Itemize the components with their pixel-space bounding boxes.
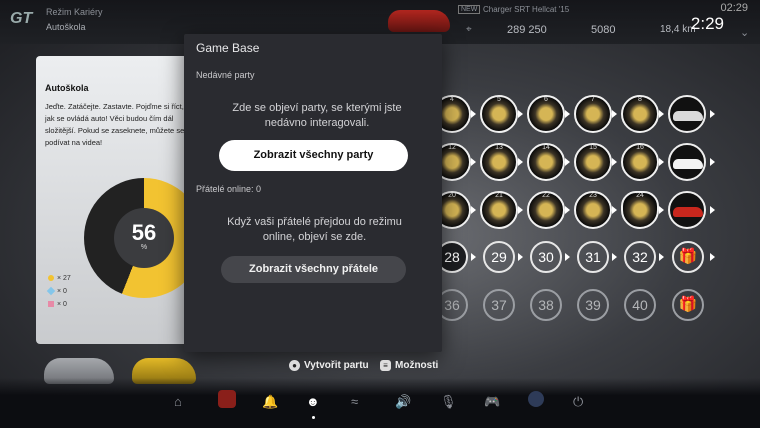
gold-medal-icon <box>48 275 54 282</box>
arrow-icon <box>565 206 570 214</box>
arrow-icon <box>612 253 617 261</box>
car-thumbnail <box>388 10 450 32</box>
arrow-icon <box>659 110 664 118</box>
game-icon[interactable] <box>218 390 236 408</box>
friends-online-heading: Přátelé online: 0 <box>196 184 262 194</box>
circle-button-icon: ● <box>289 360 300 371</box>
remote-play-icon[interactable]: ≈ <box>351 394 358 409</box>
license-number-37[interactable]: 37 <box>483 289 515 321</box>
game-base-panel: Game Base Nedávné party Zde se objeví pa… <box>184 34 442 352</box>
card-description: Jeďte. Zatáčejte. Zastavte. Pojďme si ří… <box>45 102 185 147</box>
license-badge[interactable]: 23 <box>574 191 612 229</box>
arrow-icon <box>565 110 570 118</box>
arrow-icon <box>471 206 476 214</box>
friends-message: Když vaši přátelé přejdou do režimu onli… <box>227 216 402 243</box>
home-icon[interactable]: ⌂ <box>174 394 182 409</box>
arrow-icon <box>518 253 523 261</box>
license-badge[interactable]: 14 <box>527 143 565 181</box>
license-number-31[interactable]: 31 <box>577 241 609 273</box>
license-number-30[interactable]: 30 <box>530 241 562 273</box>
legend-gold: × 27 <box>48 272 71 285</box>
control-center <box>0 378 760 428</box>
bronze-medal-icon <box>48 301 54 308</box>
license-badge[interactable]: 8 <box>621 95 659 133</box>
system-clock: 2:29 <box>690 14 724 33</box>
power-icon[interactable]: ⏻ <box>573 394 583 410</box>
arrow-icon <box>710 206 715 214</box>
arrow-icon <box>471 158 476 166</box>
arrow-icon <box>518 206 523 214</box>
arrow-icon <box>710 158 715 166</box>
license-number-29[interactable]: 29 <box>483 241 515 273</box>
legend-bronze: × 0 <box>48 298 71 311</box>
license-badge[interactable]: 7 <box>574 95 612 133</box>
arrow-icon <box>565 253 570 261</box>
arrow-icon <box>612 158 617 166</box>
location-label: Autoškola <box>46 22 86 32</box>
level-chevron-icon: ⌄ <box>740 27 750 39</box>
reward-car-badge[interactable] <box>668 143 706 181</box>
legend-silver: × 0 <box>46 285 71 298</box>
progress-unit: % <box>140 244 148 251</box>
license-badge[interactable]: 6 <box>527 95 565 133</box>
license-badge[interactable]: 22 <box>527 191 565 229</box>
active-indicator <box>312 416 315 419</box>
new-badge: NEW <box>458 5 481 14</box>
license-shield-badge[interactable]: 24 <box>621 191 659 229</box>
user-label: Režim Kariéry <box>46 7 103 17</box>
controller-icon[interactable]: 🎮 <box>484 394 500 410</box>
license-badge[interactable]: 5 <box>480 95 518 133</box>
license-badge[interactable]: 16 <box>621 143 659 181</box>
gift-icon[interactable]: 🎁 <box>672 289 704 321</box>
silver-medal-icon <box>46 286 56 296</box>
avatar-icon[interactable] <box>528 391 544 407</box>
sound-icon[interactable]: 🔊 <box>395 394 411 410</box>
show-all-friends-button[interactable]: Zobrazit všechny přátele <box>221 256 406 283</box>
medal-legend: × 27 × 0 × 0 <box>46 272 71 311</box>
progress-center: 56 % <box>114 208 174 268</box>
arrow-icon <box>659 206 664 214</box>
arrow-icon <box>659 158 664 166</box>
credits-icon: ⌖ <box>466 24 472 35</box>
create-party-hint[interactable]: ● Vytvořit partu <box>289 360 369 371</box>
progress-value: 56 <box>131 220 157 245</box>
reward-car-badge[interactable] <box>668 191 706 229</box>
arrow-icon <box>565 158 570 166</box>
recent-parties-heading: Nedávné party <box>196 70 255 80</box>
arrow-icon <box>659 253 664 261</box>
reward-car-badge[interactable] <box>668 95 706 133</box>
options-hint[interactable]: ≡ Možnosti <box>380 360 438 371</box>
license-number-39[interactable]: 39 <box>577 289 609 321</box>
arrow-icon <box>612 110 617 118</box>
gt-logo-icon: GT <box>10 10 33 27</box>
card-title: Autoškola <box>45 83 89 93</box>
panel-title: Game Base <box>196 41 260 55</box>
mileage-value: 5080 <box>591 24 616 36</box>
credits-value: 289 250 <box>507 24 547 36</box>
arrow-icon <box>518 158 523 166</box>
license-badge[interactable]: 15 <box>574 143 612 181</box>
show-all-parties-button[interactable]: Zobrazit všechny party <box>221 142 406 169</box>
arrow-icon <box>471 110 476 118</box>
mic-icon[interactable]: 🎙 <box>440 394 457 410</box>
license-number-40[interactable]: 40 <box>624 289 656 321</box>
small-time: 02:29 <box>720 2 748 14</box>
arrow-icon <box>710 110 715 118</box>
gift-icon[interactable]: 🎁 <box>672 241 704 273</box>
license-badge[interactable]: 13 <box>480 143 518 181</box>
license-badge[interactable]: 21 <box>480 191 518 229</box>
arrow-icon <box>471 253 476 261</box>
arrow-icon <box>710 253 715 261</box>
license-number-38[interactable]: 38 <box>530 289 562 321</box>
recent-parties-message: Zde se objeví party, se kterými jste ned… <box>232 102 402 129</box>
arrow-icon <box>518 110 523 118</box>
game-base-icon[interactable]: ☻ <box>306 394 320 409</box>
car-name: Charger SRT Hellcat '15 <box>483 5 570 14</box>
options-button-icon: ≡ <box>380 360 391 371</box>
license-number-32[interactable]: 32 <box>624 241 656 273</box>
notifications-icon[interactable]: 🔔 <box>262 394 278 410</box>
arrow-icon <box>612 206 617 214</box>
